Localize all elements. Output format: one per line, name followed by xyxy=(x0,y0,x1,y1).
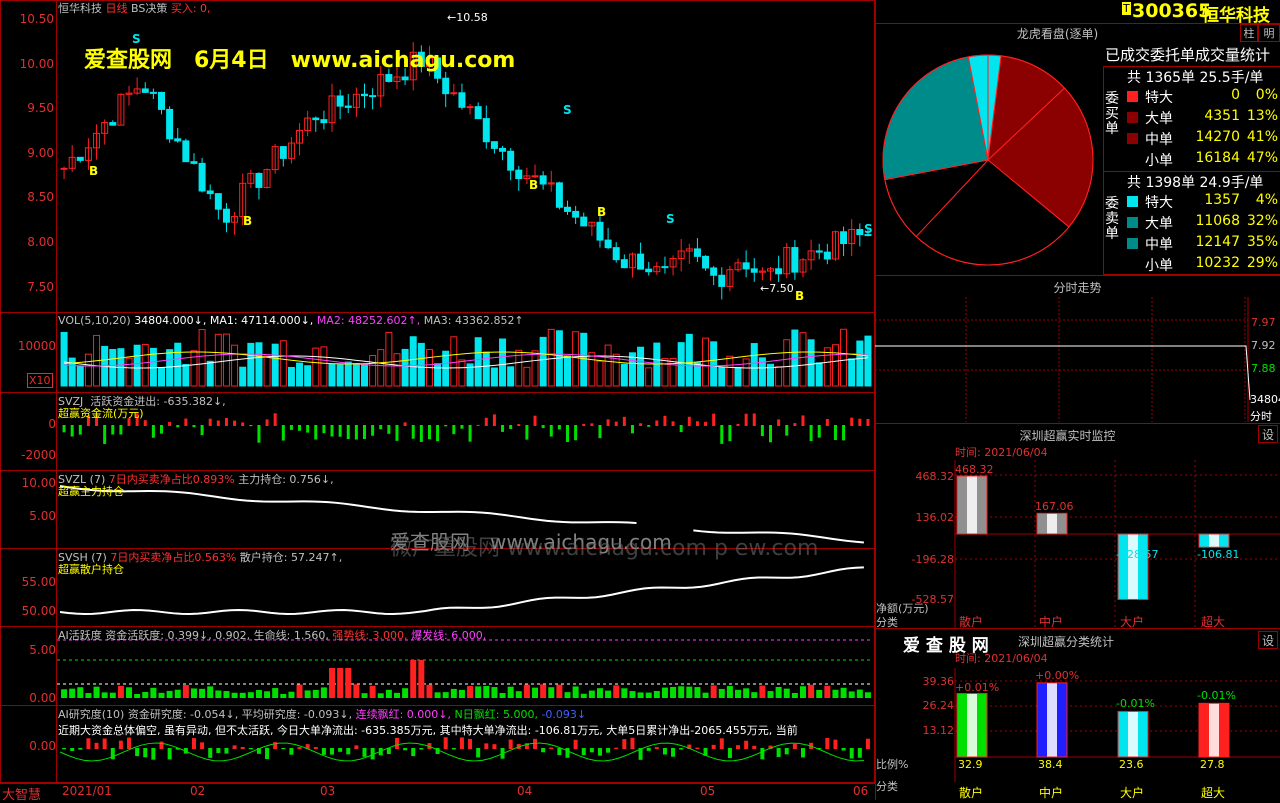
monitor-value: -528.57 xyxy=(1116,548,1159,561)
order-volume: 0 xyxy=(1231,87,1240,103)
monitor-axis-label: -196.28 xyxy=(911,553,954,566)
right-charts xyxy=(875,54,1280,782)
monitor-bar-highlight xyxy=(1047,513,1057,534)
class-bar-highlight xyxy=(1209,703,1219,757)
intraday-title: 分时走势 xyxy=(1053,281,1102,295)
intraday-volume: 34804 xyxy=(1250,393,1280,406)
divider xyxy=(875,423,1280,424)
order-type: 小单 xyxy=(1145,153,1173,169)
intraday-line xyxy=(875,345,1251,401)
buy-total: 共 1365单 25.5手/单 xyxy=(1127,70,1264,86)
order-volume: 14270 xyxy=(1195,129,1240,145)
legend-swatch xyxy=(1127,238,1138,249)
class-bar-highlight xyxy=(967,693,977,757)
order-type: 特大 xyxy=(1145,90,1173,106)
order-volume: 16184 xyxy=(1195,150,1240,166)
order-type: 特大 xyxy=(1145,195,1173,211)
order-pct: 29% xyxy=(1246,255,1278,271)
class-change: +0.01% xyxy=(955,681,1000,694)
class-change: -0.01% xyxy=(1116,697,1155,710)
class-category: 散户 xyxy=(959,786,984,800)
monitor-settings-button[interactable]: 设 xyxy=(1258,425,1278,443)
monitor-axis-label: 468.32 xyxy=(915,470,955,483)
order-type: 中单 xyxy=(1145,237,1173,253)
class-ratio: 32.9 xyxy=(958,758,983,771)
legend-swatch xyxy=(1127,154,1138,165)
order-type: 大单 xyxy=(1145,216,1173,232)
class-category: 大户 xyxy=(1120,786,1145,800)
intraday-label-mid: 7.92 xyxy=(1251,339,1276,352)
order-pct: 41% xyxy=(1246,129,1278,145)
class-category: 中户 xyxy=(1039,786,1064,800)
intraday-label-time: 分时 xyxy=(1250,410,1272,423)
class-settings-button[interactable]: 设 xyxy=(1258,631,1278,649)
legend-swatch xyxy=(1127,259,1138,270)
divider xyxy=(875,275,1280,276)
class-change: -0.01% xyxy=(1197,689,1236,702)
sell-total: 共 1398单 24.9手/单 xyxy=(1127,175,1264,191)
class-axis-label: 13.12 xyxy=(922,724,955,737)
order-volume: 10232 xyxy=(1195,255,1240,271)
class-cat-label: 分类 xyxy=(876,780,898,793)
legend-swatch xyxy=(1127,91,1138,102)
monitor-value: 167.06 xyxy=(1035,500,1074,513)
class-ratio: 23.6 xyxy=(1119,758,1144,771)
class-bar-highlight xyxy=(1128,711,1138,757)
class-axis-label: 26.24 xyxy=(922,699,955,712)
monitor-value: 468.32 xyxy=(955,463,994,476)
order-volume: 11068 xyxy=(1195,213,1240,229)
sell-side-label: 委卖单 xyxy=(1105,196,1119,242)
legend-swatch xyxy=(1127,112,1138,123)
legend-swatch xyxy=(1127,133,1138,144)
monitor-bar-highlight xyxy=(1209,534,1219,548)
order-pct: 13% xyxy=(1246,108,1278,124)
order-type: 中单 xyxy=(1145,132,1173,148)
order-volume: 4351 xyxy=(1204,108,1240,124)
class-category: 超大 xyxy=(1201,786,1226,800)
order-pct: 4% xyxy=(1255,192,1278,208)
order-pct: 47% xyxy=(1246,150,1278,166)
order-pct: 35% xyxy=(1246,234,1278,250)
class-time: 时间: 2021/06/04 xyxy=(955,652,1048,665)
monitor-bar-highlight xyxy=(967,476,977,534)
divider xyxy=(875,628,1280,629)
monitor-value: -106.81 xyxy=(1197,548,1240,561)
class-axis-label: 39.36 xyxy=(922,675,955,688)
class-ratio: 27.8 xyxy=(1200,758,1225,771)
class-title: 深圳超赢分类统计 xyxy=(1018,635,1115,649)
stat-title: 已成交委托单成交量统计 xyxy=(1105,46,1271,64)
order-volume: 1357 xyxy=(1204,192,1240,208)
legend-swatch xyxy=(1127,217,1138,228)
intraday-label-high: 7.97 xyxy=(1251,316,1276,329)
order-type: 大单 xyxy=(1145,111,1173,127)
order-type: 小单 xyxy=(1145,258,1173,274)
order-pct: 0% xyxy=(1255,87,1278,103)
buy-side-label: 委买单 xyxy=(1105,91,1119,137)
monitor-axis-label: 136.02 xyxy=(915,511,955,524)
monitor-bar-highlight xyxy=(1128,534,1138,600)
intraday-label-low: 7.88 xyxy=(1251,362,1276,375)
class-ratio: 38.4 xyxy=(1038,758,1063,771)
class-ratio-label: 比例% xyxy=(876,758,909,771)
order-pct: 32% xyxy=(1246,213,1278,229)
monitor-title: 深圳超赢实时监控 xyxy=(1019,429,1116,443)
legend-swatch xyxy=(1127,196,1138,207)
class-bar-highlight xyxy=(1047,682,1057,757)
monitor-time: 时间: 2021/06/04 xyxy=(955,446,1048,459)
class-change: +0.00% xyxy=(1035,669,1080,682)
order-volume: 12147 xyxy=(1195,234,1240,250)
